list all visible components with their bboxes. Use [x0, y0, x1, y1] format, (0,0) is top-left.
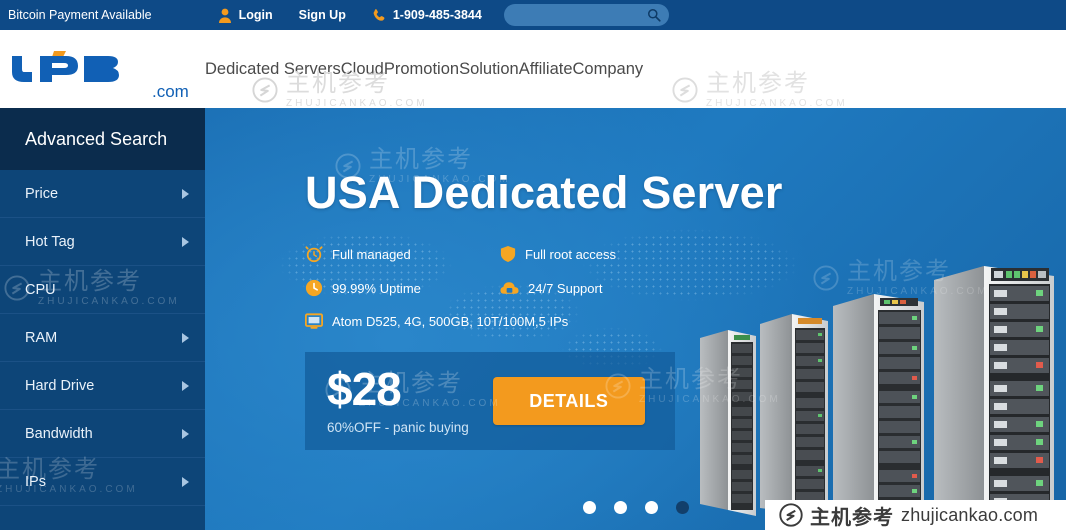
- sidebar-item-hard-drive[interactable]: Hard Drive: [0, 362, 205, 410]
- chevron-right-icon: [182, 236, 189, 247]
- sidebar-item-ips[interactable]: IPs: [0, 458, 205, 506]
- feature-full-managed: Full managed: [305, 245, 500, 263]
- feature-full-root-access: Full root access: [500, 245, 695, 263]
- bitcoin-promo-text: Bitcoin Payment Available: [8, 8, 152, 22]
- phone-icon: [372, 8, 386, 23]
- feature-uptime: 99.99% Uptime: [305, 279, 500, 297]
- shield-icon: [500, 245, 516, 263]
- sidebar-item-label: Price: [25, 185, 59, 202]
- watermark-bar-cn: 主机参考: [810, 506, 894, 529]
- sidebar-item-label: CPU: [25, 281, 56, 298]
- vpb-logo-icon: [10, 48, 150, 90]
- feature-list: Full managed Full root access 99.99% Upt…: [305, 245, 695, 330]
- nav-item-dedicated-servers[interactable]: Dedicated Servers: [205, 54, 341, 85]
- watermark-bar-en: zhujicankao.com: [901, 504, 1039, 525]
- sidebar-item-label: IPs: [25, 473, 46, 490]
- user-icon: [218, 8, 232, 23]
- search-icon: [647, 9, 661, 25]
- sidebar-item-label: RAM: [25, 329, 58, 346]
- sidebar-item-cpu[interactable]: CPU: [0, 266, 205, 314]
- nav-item-solution[interactable]: Solution: [459, 54, 519, 85]
- feature-label: Full root access: [525, 246, 617, 262]
- main-navigation: Dedicated Servers Cloud Promotion Soluti…: [205, 30, 1066, 108]
- chevron-right-icon: [182, 188, 189, 199]
- hero-content: USA Dedicated Server Full managed Full r…: [205, 108, 1066, 450]
- sidebar-title: Advanced Search: [0, 108, 205, 170]
- carousel-dot-2[interactable]: [613, 501, 627, 514]
- advanced-search-sidebar: Advanced Search Price Hot Tag CPU RAM Ha…: [0, 108, 205, 530]
- top-utility-bar: Bitcoin Payment Available Login Sign Up …: [0, 0, 1066, 30]
- carousel-dots: [582, 501, 689, 514]
- nav-item-company[interactable]: Company: [573, 54, 644, 85]
- monitor-icon: [305, 313, 323, 330]
- sidebar-item-label: Hard Drive: [25, 377, 95, 394]
- chevron-right-icon: [182, 476, 189, 487]
- watermark-bar: 主机参考 zhujicankao.com: [765, 500, 1066, 530]
- watermark-logo-icon: [779, 503, 803, 527]
- nav-item-promotion[interactable]: Promotion: [384, 54, 459, 85]
- feature-label: 99.99% Uptime: [332, 280, 421, 296]
- hero-banner: 主机参考 ZHUJICANKAO.COM 主机参考 ZHUJICANKAO.CO…: [205, 108, 1066, 530]
- logo-link[interactable]: .com: [0, 30, 205, 108]
- phone-link[interactable]: 1-909-485-3844: [372, 8, 482, 23]
- price-subtitle: 60%OFF - panic buying: [327, 419, 469, 435]
- feature-label: 24/7 Support: [528, 280, 603, 296]
- sidebar-item-bandwidth[interactable]: Bandwidth: [0, 410, 205, 458]
- feature-specs: Atom D525, 4G, 500GB, 10T/100M,5 IPs: [305, 313, 695, 330]
- login-link[interactable]: Login: [218, 8, 273, 23]
- carousel-dot-3[interactable]: [644, 501, 658, 514]
- details-button[interactable]: DETAILS: [492, 377, 645, 425]
- logo-tld: .com: [152, 82, 189, 101]
- search-button[interactable]: [647, 8, 661, 22]
- sidebar-item-hot-tag[interactable]: Hot Tag: [0, 218, 205, 266]
- nav-item-affiliate[interactable]: Affiliate: [519, 54, 573, 85]
- page-body: Advanced Search Price Hot Tag CPU RAM Ha…: [0, 108, 1066, 530]
- search-box[interactable]: [503, 4, 699, 26]
- sidebar-item-ram[interactable]: RAM: [0, 314, 205, 362]
- carousel-dot-4[interactable]: [675, 501, 689, 514]
- phone-number: 1-909-485-3844: [392, 8, 482, 22]
- signup-label: Sign Up: [298, 8, 346, 22]
- hero-title: USA Dedicated Server: [305, 167, 783, 218]
- site-header: .com Dedicated Servers Cloud Promotion S…: [0, 30, 1066, 109]
- feature-label: Full managed: [332, 246, 411, 262]
- sidebar-item-label: Hot Tag: [25, 233, 75, 250]
- price-block: $28 60%OFF - panic buying: [327, 363, 469, 435]
- support-cloud-icon: [500, 280, 519, 296]
- chevron-right-icon: [182, 380, 189, 391]
- chevron-right-icon: [182, 332, 189, 343]
- sidebar-item-price[interactable]: Price: [0, 170, 205, 218]
- feature-label: Atom D525, 4G, 500GB, 10T/100M,5 IPs: [332, 314, 569, 329]
- signup-link[interactable]: Sign Up: [299, 8, 346, 22]
- search-input[interactable]: [503, 4, 699, 26]
- carousel-dot-1[interactable]: [582, 501, 596, 514]
- alarm-clock-icon: [305, 245, 323, 263]
- price-card: $28 60%OFF - panic buying DETAILS: [305, 352, 675, 450]
- sidebar-item-label: Bandwidth: [25, 425, 93, 442]
- login-label: Login: [238, 8, 273, 22]
- clock-icon: [305, 279, 323, 297]
- chevron-right-icon: [182, 428, 189, 439]
- feature-support: 24/7 Support: [500, 279, 695, 297]
- nav-item-cloud[interactable]: Cloud: [341, 54, 384, 85]
- price-amount: $28: [327, 363, 402, 416]
